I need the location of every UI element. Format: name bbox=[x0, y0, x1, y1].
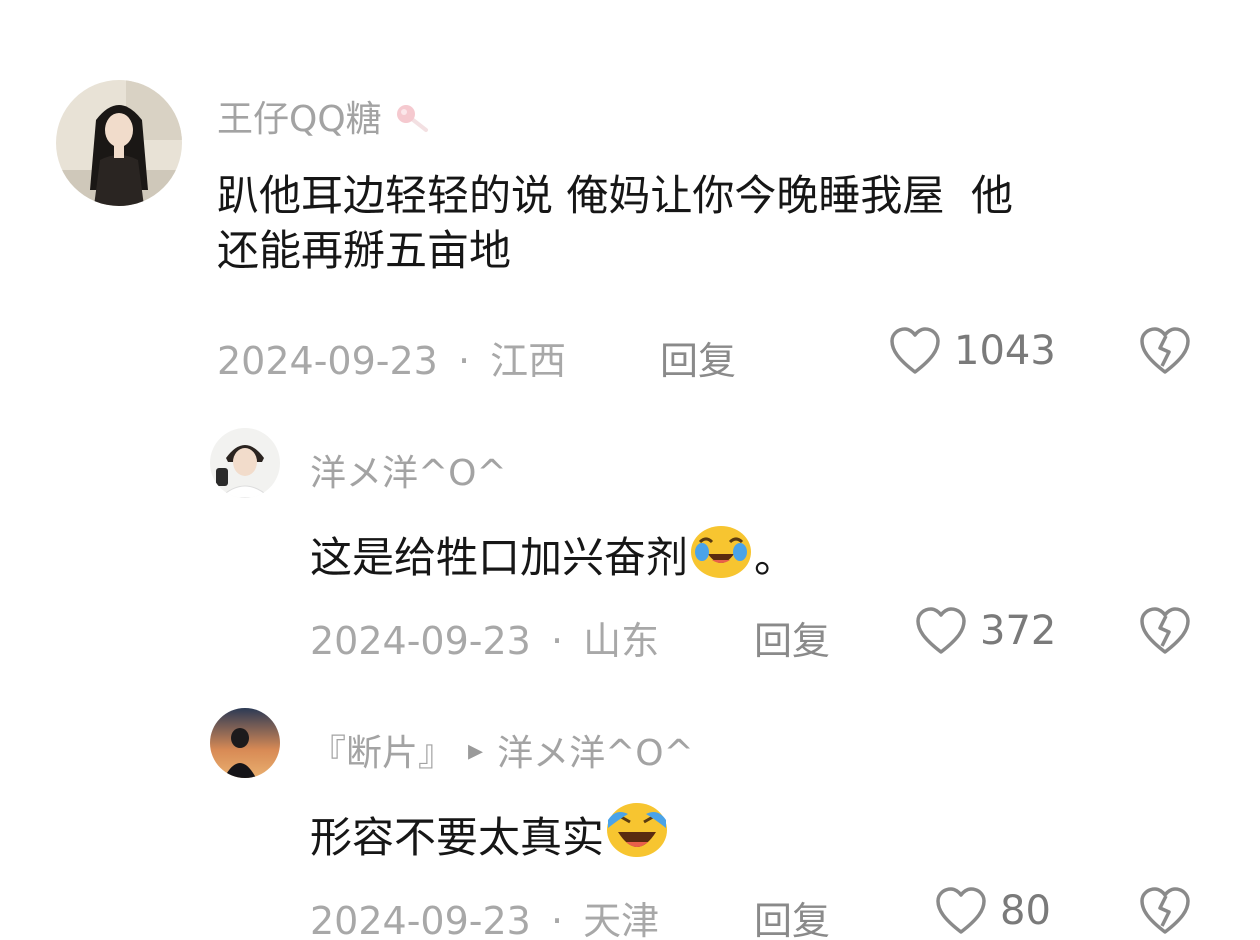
broken-heart-icon bbox=[1138, 606, 1192, 656]
comment-text: 这是给牲口加兴奋剂 。 bbox=[310, 520, 796, 593]
dislike-button[interactable] bbox=[1138, 326, 1192, 376]
comment-location: 江西 bbox=[490, 339, 567, 383]
username[interactable]: 王仔QQ糖 bbox=[217, 90, 432, 142]
comment-date: 2024-09-23 bbox=[217, 339, 438, 383]
like-button[interactable]: 1043 bbox=[888, 326, 1056, 376]
candy-icon bbox=[388, 96, 432, 136]
like-button[interactable]: 372 bbox=[914, 606, 1056, 656]
avatar[interactable] bbox=[210, 428, 280, 498]
username-text: 王仔QQ糖 bbox=[217, 99, 382, 140]
comment-text: 形容不要太真实 bbox=[310, 800, 670, 873]
comment-meta: 2024-09-23 · 天津 bbox=[310, 890, 659, 940]
meta-separator: · bbox=[457, 339, 471, 383]
heart-icon bbox=[934, 886, 988, 936]
broken-heart-icon bbox=[1138, 326, 1192, 376]
comment-text: 趴他耳边轻轻的说 俺妈让你今晚睡我屋 他 还能再掰五亩地 bbox=[217, 168, 1217, 279]
like-button[interactable]: 80 bbox=[934, 886, 1051, 936]
comment-date: 2024-09-23 bbox=[310, 619, 531, 663]
reply-button[interactable]: 回复 bbox=[660, 330, 736, 385]
avatar[interactable] bbox=[210, 708, 280, 778]
comment-location: 山东 bbox=[583, 619, 660, 663]
heart-icon bbox=[888, 326, 942, 376]
comment-text-body: 形容不要太真实 bbox=[310, 813, 605, 862]
username[interactable]: 洋メ洋^O^ bbox=[310, 444, 507, 496]
comment-list: 王仔QQ糖 趴他耳边轻轻的说 俺妈让你今晚睡我屋 他 还能再掰五亩地 2024-… bbox=[0, 0, 1260, 940]
dislike-button[interactable] bbox=[1138, 886, 1192, 936]
broken-heart-icon bbox=[1138, 886, 1192, 936]
comment-meta: 2024-09-23 · 山东 bbox=[310, 610, 659, 665]
comment-text-line: 趴他耳边轻轻的说 俺妈让你今晚睡我屋 他 bbox=[217, 171, 1014, 220]
meta-separator: · bbox=[550, 619, 564, 663]
comment-date: 2024-09-23 bbox=[310, 899, 531, 940]
comment-meta: 2024-09-23 · 江西 bbox=[217, 330, 566, 385]
avatar[interactable] bbox=[56, 80, 182, 206]
dislike-button[interactable] bbox=[1138, 606, 1192, 656]
reply-button[interactable]: 回复 bbox=[754, 890, 830, 940]
reply-to-username[interactable]: 洋メ洋^O^ bbox=[497, 724, 694, 776]
crying-laughing-emoji bbox=[688, 520, 754, 593]
reply-arrow-icon: ▸ bbox=[468, 732, 484, 768]
username[interactable]: 『断片』 ▸ 洋メ洋^O^ bbox=[310, 724, 694, 776]
heart-icon bbox=[914, 606, 968, 656]
comment-text-line: 还能再掰五亩地 bbox=[217, 226, 512, 276]
like-count: 1043 bbox=[954, 328, 1056, 374]
comment-text-body: 这是给牲口加兴奋剂 bbox=[310, 533, 689, 582]
comment-location: 天津 bbox=[583, 899, 660, 940]
username-text: 『断片』 bbox=[310, 733, 455, 774]
reply-button[interactable]: 回复 bbox=[754, 610, 830, 665]
laughing-crying-emoji bbox=[604, 800, 670, 873]
like-count: 372 bbox=[980, 608, 1057, 654]
like-count: 80 bbox=[1000, 888, 1051, 934]
meta-separator: · bbox=[550, 899, 564, 940]
comment-text-tail: 。 bbox=[754, 533, 797, 582]
